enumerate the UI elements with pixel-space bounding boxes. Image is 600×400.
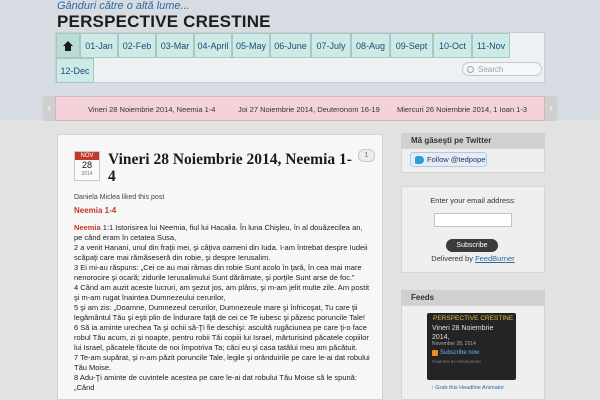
- headline-ticker: Vineri 28 Noiembrie 2014, Neemia 1-4 Joi…: [55, 96, 545, 121]
- verse-text: 7 Te-am supărat, şi n-am păzit poruncile…: [74, 353, 370, 372]
- comment-count-bubble[interactable]: 1: [358, 149, 375, 162]
- verse-text: 1:1 Istorisirea lui Neemia, fiul lui Hac…: [74, 223, 363, 242]
- verse-text: 4 Când am auzit aceste lucruri, am şezut…: [74, 283, 370, 302]
- nav-item-10-oct[interactable]: 10-Oct: [433, 33, 472, 58]
- nav-item-06-june[interactable]: 06-June: [270, 33, 311, 58]
- feed-date: November 28, 2014: [432, 341, 476, 347]
- feed-subscribe-link[interactable]: Subscribe now: [432, 350, 479, 356]
- nav-item-07-july[interactable]: 07-July: [311, 33, 351, 58]
- feeds-widget-heading: Feeds: [401, 290, 545, 305]
- ticker-next-button[interactable]: ›: [545, 96, 557, 121]
- verse-paragraph: 4 Când am auzit aceste lucruri, am şezut…: [74, 283, 370, 303]
- feed-entry[interactable]: Vineri 28 Noiembrie 2014,: [432, 324, 512, 342]
- verse-paragraph: 6 Să ia aminte urechea Ta şi ochii să-Ţi…: [74, 323, 370, 353]
- post-date-badge: NOV 28 2014: [74, 151, 100, 181]
- nav-item-03-mar[interactable]: 03-Mar: [156, 33, 194, 58]
- verse-paragraph: 5 şi am zis: „Doamne, Dumnezeul cerurilo…: [74, 303, 370, 323]
- ticker-prev-button[interactable]: ‹: [43, 96, 55, 121]
- verse-book: Neemia: [74, 223, 101, 232]
- nav-item-01-jan[interactable]: 01-Jan: [80, 33, 118, 58]
- post-title[interactable]: Vineri 28 Noiembrie 2014, Neemia 1-4: [108, 151, 358, 185]
- follow-label: Follow @tedpope: [427, 155, 486, 164]
- nav-item-02-feb[interactable]: 02-Feb: [118, 33, 156, 58]
- nav-home[interactable]: [56, 33, 80, 58]
- nav-item-11-nov[interactable]: 11-Nov: [472, 33, 510, 58]
- verse-text: 3 Ei mi-au răspuns: „Cei ce au mai rămas…: [74, 263, 362, 282]
- nav-item-09-sept[interactable]: 09-Sept: [390, 33, 433, 58]
- nav-item-05-may[interactable]: 05-May: [232, 33, 270, 58]
- nav-item-08-aug[interactable]: 08-Aug: [351, 33, 390, 58]
- feed-subscribe-label: Subscribe now: [440, 350, 480, 356]
- verse-text: 2 a venit Hanani, unul din fraţii mei, ş…: [74, 243, 368, 262]
- twitter-widget-heading: Mă găseşti pe Twitter: [401, 133, 545, 148]
- subscribe-button[interactable]: Subscribe: [446, 239, 498, 252]
- verse-paragraph: 3 Ei mi-au răspuns: „Cei ce au mai rămas…: [74, 263, 370, 283]
- post-liked-by: Daniela Miclea liked this post: [74, 194, 165, 201]
- verse-text: 5 şi am zis: „Doamne, Dumnezeul cerurilo…: [74, 303, 366, 322]
- feed-powered-by: POWERED BY FEEDBURNER: [432, 360, 481, 364]
- nav-item-04-april[interactable]: 04-April: [194, 33, 232, 58]
- search-icon: [467, 65, 474, 73]
- verse-text: 6 Să ia aminte urechea Ta şi ochii să-Ţi…: [74, 323, 369, 352]
- verse-paragraph: Neemia 1:1 Istorisirea lui Neemia, fiul …: [74, 223, 370, 243]
- ticker-item[interactable]: Joi 27 Noiembrie 2014, Deuteronom 16-19: [238, 105, 380, 114]
- feedburner-link[interactable]: FeedBurner: [475, 254, 515, 263]
- verse-paragraph: 2 a venit Hanani, unul din fraţii mei, ş…: [74, 243, 370, 263]
- twitter-follow-button[interactable]: Follow @tedpope: [410, 152, 487, 167]
- verse-text: 8 Adu-Ţi aminte de cuvintele acestea pe …: [74, 373, 357, 392]
- post-subtitle: Neemia 1-4: [74, 206, 117, 215]
- feed-title: PERSPECTIVE CRESTINE: [433, 315, 514, 322]
- site-title[interactable]: PERSPECTIVE CRESTINE: [57, 12, 271, 32]
- ticker-item[interactable]: Miercuri 26 Noiembrie 2014, 1 Ioan 1-3: [397, 105, 527, 114]
- delivered-by: Delivered by FeedBurner: [401, 254, 545, 263]
- home-icon: [63, 40, 73, 51]
- nav-item-12-dec[interactable]: 12-Dec: [56, 58, 94, 83]
- search-placeholder: Search: [478, 64, 504, 74]
- verse-paragraph: 8 Adu-Ţi aminte de cuvintele acestea pe …: [74, 373, 370, 393]
- post-body: Neemia 1:1 Istorisirea lui Neemia, fiul …: [74, 223, 370, 393]
- twitter-icon: [415, 155, 424, 164]
- email-label: Enter your email address:: [430, 196, 516, 205]
- site-tagline: Gânduri către o altă lume...: [57, 0, 190, 12]
- grab-headline-link[interactable]: ↑ Grab this Headline Animator: [431, 385, 504, 391]
- post-year: 2014: [81, 171, 93, 177]
- post-content: NOV 28 2014 Vineri 28 Noiembrie 2014, Ne…: [57, 134, 383, 400]
- rss-icon: [432, 350, 438, 356]
- verse-paragraph: 7 Te-am supărat, şi n-am păzit poruncile…: [74, 353, 370, 373]
- ticker-item[interactable]: Vineri 28 Noiembrie 2014, Neemia 1-4: [88, 105, 215, 114]
- post-month: NOV: [75, 152, 99, 160]
- email-field[interactable]: [434, 213, 512, 227]
- post-day: 28: [81, 160, 92, 170]
- delivered-prefix: Delivered by: [431, 254, 476, 263]
- search-input[interactable]: Search: [462, 62, 542, 76]
